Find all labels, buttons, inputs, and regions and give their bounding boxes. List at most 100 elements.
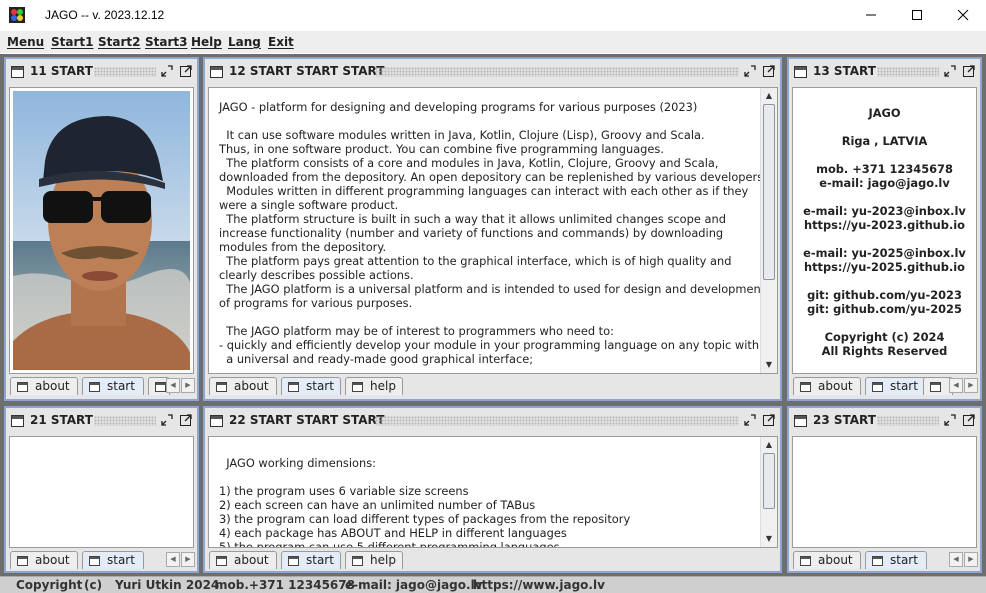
menu-bar: Menu Start1 Start2 Start3 Help Lang Exit <box>0 31 986 53</box>
tab-icon <box>872 556 883 566</box>
contact-line <box>793 274 976 288</box>
tab-scroll-right-icon[interactable]: ▶ <box>181 378 195 393</box>
drag-handle[interactable] <box>877 416 939 426</box>
panel-title: 22 START START START <box>229 413 385 427</box>
tab-start[interactable]: start <box>865 377 927 395</box>
tab-about[interactable]: about <box>209 551 277 569</box>
maximize-panel-icon[interactable] <box>962 413 976 427</box>
panel-title: 23 START <box>813 413 876 427</box>
text-area[interactable]: JAGO - platform for designing and develo… <box>208 87 778 374</box>
contact-line: e-mail: yu-2023@inbox.lv <box>803 204 966 218</box>
drag-handle[interactable] <box>94 67 156 77</box>
status-email: e-mail: jago@jago.lv <box>345 578 483 592</box>
profile-photo <box>13 91 190 370</box>
maximize-button[interactable] <box>894 0 940 30</box>
tab-icon <box>352 556 363 566</box>
tab-scroll-left-icon[interactable]: ◀ <box>166 552 180 567</box>
minimize-panel-icon[interactable] <box>943 64 957 78</box>
menu-item-start3[interactable]: Start3 <box>145 35 187 49</box>
tab-about[interactable]: about <box>10 551 78 569</box>
window-icon <box>794 66 807 78</box>
menu-item-menu[interactable]: Menu <box>7 35 44 49</box>
tab-help[interactable]: help <box>345 377 403 395</box>
minimize-icon <box>866 14 876 16</box>
maximize-panel-icon[interactable] <box>179 413 193 427</box>
dimensions-text: JAGO working dimensions: 1) the program … <box>219 456 631 548</box>
tab-start[interactable]: start <box>281 551 341 569</box>
menu-item-start1[interactable]: Start1 <box>51 35 93 49</box>
menu-item-help[interactable]: Help <box>191 35 222 49</box>
minimize-panel-icon[interactable] <box>160 64 174 78</box>
drag-handle[interactable] <box>94 416 156 426</box>
tab-label: about <box>818 379 853 393</box>
tab-bar: about start help <box>205 549 780 571</box>
minimize-panel-icon[interactable] <box>743 413 757 427</box>
tab-label: help <box>370 553 396 567</box>
close-icon <box>957 9 969 21</box>
drag-handle[interactable] <box>877 67 939 77</box>
tab-help[interactable]: help <box>345 551 403 569</box>
contact-line: JAGO <box>868 106 901 120</box>
minimize-panel-icon[interactable] <box>743 64 757 78</box>
panel-12: 12 START START START JAGO - platform for… <box>203 57 782 401</box>
text-area[interactable]: JAGO working dimensions: 1) the program … <box>208 436 778 548</box>
tab-about[interactable]: about <box>10 377 78 395</box>
scroll-up-icon[interactable]: ▲ <box>764 440 774 450</box>
minimize-panel-icon[interactable] <box>160 413 174 427</box>
window-icon <box>210 415 223 427</box>
minimize-panel-icon[interactable] <box>943 413 957 427</box>
maximize-panel-icon[interactable] <box>762 413 776 427</box>
tab-start[interactable]: start <box>82 377 144 395</box>
contact-line: mob. +371 12345678 <box>816 162 953 176</box>
menu-item-start2[interactable]: Start2 <box>98 35 140 49</box>
tab-start[interactable]: start <box>82 551 144 569</box>
window-icon <box>11 66 24 78</box>
status-c: (c) <box>84 578 103 592</box>
tab-scroll-right-icon[interactable]: ▶ <box>964 378 978 393</box>
contact-line: https://yu-2025.github.io <box>803 260 966 274</box>
tab-start[interactable]: start <box>865 551 927 569</box>
panel-22: 22 START START START JAGO working dimens… <box>203 406 782 573</box>
maximize-panel-icon[interactable] <box>762 64 776 78</box>
tab-bar: about start inbox ◀ ▶ <box>789 375 980 397</box>
drag-handle[interactable] <box>375 416 739 426</box>
status-url[interactable]: https://www.jago.lv <box>473 578 605 592</box>
close-button[interactable] <box>940 0 986 30</box>
menu-item-lang[interactable]: Lang <box>228 35 261 49</box>
tab-label: about <box>35 553 70 567</box>
minimize-button[interactable] <box>848 0 894 30</box>
window-title: JAGO -- v. 2023.12.12 <box>45 8 165 22</box>
scroll-thumb[interactable] <box>763 453 775 509</box>
tab-scroll-left-icon[interactable]: ◀ <box>949 552 963 567</box>
tab-scroll-right-icon[interactable]: ▶ <box>181 552 195 567</box>
tab-scroll-right-icon[interactable]: ▶ <box>964 552 978 567</box>
status-copyright: Copyright <box>16 578 83 592</box>
scroll-up-icon[interactable]: ▲ <box>764 91 774 101</box>
scroll-down-icon[interactable]: ▼ <box>764 534 774 544</box>
maximize-icon <box>912 10 922 20</box>
empty-content <box>792 436 977 548</box>
vertical-scrollbar[interactable]: ▲ ▼ <box>760 88 777 373</box>
tab-icon <box>800 556 811 566</box>
tab-start[interactable]: start <box>281 377 341 395</box>
contact-line: git: github.com/yu-2025 <box>807 302 962 316</box>
contact-line: https://yu-2023.github.io <box>803 218 966 232</box>
tab-about[interactable]: about <box>793 377 861 395</box>
maximize-panel-icon[interactable] <box>962 64 976 78</box>
maximize-panel-icon[interactable] <box>179 64 193 78</box>
status-author: Yuri Utkin 2024 <box>115 578 220 592</box>
menu-item-exit[interactable]: Exit <box>268 35 294 49</box>
description-text: JAGO - platform for designing and develo… <box>219 100 767 366</box>
scroll-thumb[interactable] <box>763 104 775 280</box>
panel-23: 23 START about start ◀ ▶ <box>787 406 982 573</box>
drag-handle[interactable] <box>375 67 739 77</box>
tab-scroll-left-icon[interactable]: ◀ <box>166 378 180 393</box>
vertical-scrollbar[interactable]: ▲ ▼ <box>760 437 777 547</box>
tab-bar: about start ◀ ▶ <box>789 549 980 571</box>
tab-scroll-left-icon[interactable]: ◀ <box>949 378 963 393</box>
tab-label: about <box>234 379 269 393</box>
tab-about[interactable]: about <box>793 551 861 569</box>
scroll-down-icon[interactable]: ▼ <box>764 360 774 370</box>
contact-line <box>793 120 976 134</box>
tab-about[interactable]: about <box>209 377 277 395</box>
